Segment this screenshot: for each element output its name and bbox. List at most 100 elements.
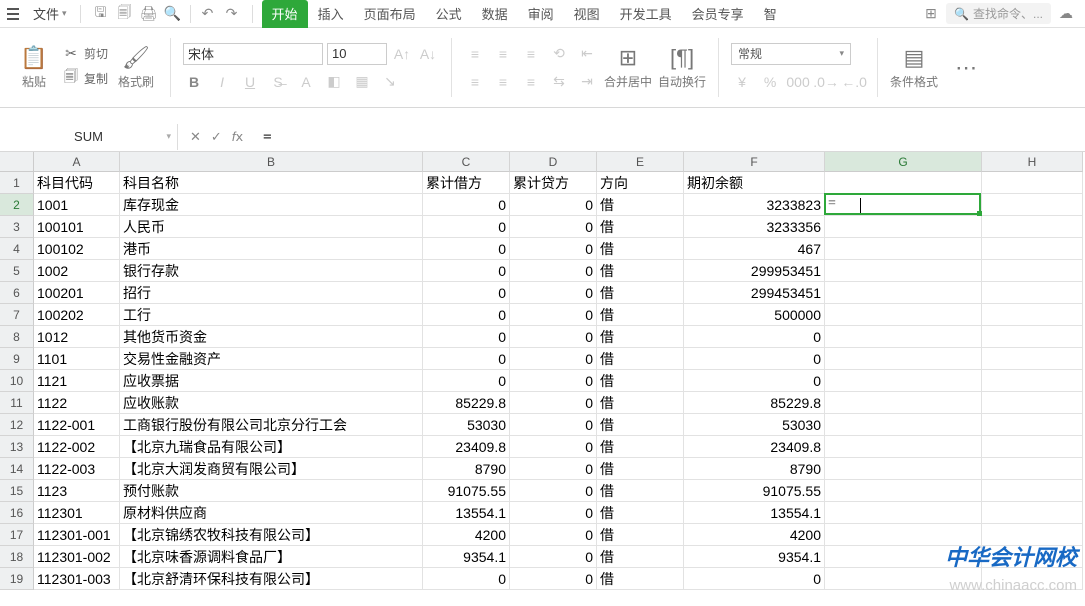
font-color-button[interactable]: A [295, 71, 317, 93]
row-header-18[interactable]: 18 [0, 546, 34, 568]
row-header-2[interactable]: 2 [0, 194, 34, 216]
col-header-B[interactable]: B [120, 152, 423, 172]
header-cell[interactable] [825, 172, 982, 194]
data-cell[interactable]: 【北京大润发商贸有限公司】 [120, 458, 423, 480]
row-header-16[interactable]: 16 [0, 502, 34, 524]
data-cell[interactable]: 0 [510, 414, 597, 436]
search-input[interactable]: 🔍 查找命令、... [946, 3, 1051, 24]
percent-icon[interactable]: % [759, 71, 781, 93]
data-cell[interactable]: 0 [510, 194, 597, 216]
row-header-15[interactable]: 15 [0, 480, 34, 502]
header-cell[interactable] [982, 172, 1083, 194]
redo-icon[interactable]: ↷ [223, 5, 241, 23]
data-cell[interactable]: 应收账款 [120, 392, 423, 414]
data-cell[interactable]: 8790 [684, 458, 825, 480]
data-cell[interactable]: 人民币 [120, 216, 423, 238]
data-cell[interactable]: 13554.1 [423, 502, 510, 524]
data-cell[interactable]: 100202 [34, 304, 120, 326]
data-cell[interactable]: 112301-001 [34, 524, 120, 546]
data-cell[interactable] [982, 260, 1083, 282]
row-header-13[interactable]: 13 [0, 436, 34, 458]
row-header-9[interactable]: 9 [0, 348, 34, 370]
data-cell[interactable]: 1002 [34, 260, 120, 282]
col-header-E[interactable]: E [597, 152, 684, 172]
data-cell[interactable]: 0 [510, 436, 597, 458]
data-cell[interactable]: 借 [597, 282, 684, 304]
tab-8[interactable]: 会员专享 [682, 0, 754, 28]
name-box[interactable]: SUM [0, 124, 178, 150]
formula-input[interactable]: = [255, 129, 1085, 145]
data-cell[interactable]: 112301 [34, 502, 120, 524]
underline-button[interactable]: U [239, 71, 261, 93]
distribute-icon[interactable]: ⇆ [548, 71, 570, 93]
data-cell[interactable] [825, 194, 982, 216]
data-cell[interactable]: 借 [597, 502, 684, 524]
data-cell[interactable]: 0 [423, 568, 510, 590]
row-header-11[interactable]: 11 [0, 392, 34, 414]
data-cell[interactable] [825, 260, 982, 282]
cancel-formula-icon[interactable]: ✕ [190, 129, 201, 145]
data-cell[interactable]: 0 [423, 194, 510, 216]
col-header-G[interactable]: G [825, 152, 982, 172]
data-cell[interactable]: 91075.55 [684, 480, 825, 502]
header-cell[interactable]: 期初余额 [684, 172, 825, 194]
header-cell[interactable]: 科目名称 [120, 172, 423, 194]
data-cell[interactable] [825, 282, 982, 304]
data-cell[interactable]: 0 [510, 348, 597, 370]
data-cell[interactable] [982, 436, 1083, 458]
italic-button[interactable]: I [211, 71, 233, 93]
data-cell[interactable]: 3233356 [684, 216, 825, 238]
data-cell[interactable] [825, 524, 982, 546]
data-cell[interactable]: 银行存款 [120, 260, 423, 282]
data-cell[interactable] [982, 524, 1083, 546]
merge-center-button[interactable]: ⊞ 合并居中 [604, 45, 652, 90]
data-cell[interactable]: 23409.8 [423, 436, 510, 458]
data-cell[interactable]: 0 [423, 348, 510, 370]
data-cell[interactable] [825, 326, 982, 348]
data-cell[interactable] [825, 502, 982, 524]
fill-color-button[interactable]: ◧ [323, 71, 345, 93]
data-cell[interactable]: 【北京味香源调料食品厂】 [120, 546, 423, 568]
data-cell[interactable] [982, 392, 1083, 414]
data-cell[interactable]: 9354.1 [423, 546, 510, 568]
data-cell[interactable]: 4200 [684, 524, 825, 546]
data-cell[interactable] [825, 392, 982, 414]
data-cell[interactable]: 9354.1 [684, 546, 825, 568]
data-cell[interactable]: 23409.8 [684, 436, 825, 458]
data-cell[interactable]: 1123 [34, 480, 120, 502]
data-cell[interactable]: 85229.8 [423, 392, 510, 414]
expand-font-icon[interactable]: ↘ [379, 71, 401, 93]
align-right-icon[interactable]: ≡ [520, 71, 542, 93]
col-header-F[interactable]: F [684, 152, 825, 172]
data-cell[interactable]: 0 [510, 370, 597, 392]
data-cell[interactable]: 53030 [423, 414, 510, 436]
data-cell[interactable]: 借 [597, 216, 684, 238]
data-cell[interactable]: 借 [597, 414, 684, 436]
tab-6[interactable]: 视图 [564, 0, 610, 28]
data-cell[interactable]: 0 [510, 392, 597, 414]
data-cell[interactable]: 0 [423, 326, 510, 348]
format-painter-button[interactable]: 🖌 格式刷 [114, 45, 158, 90]
data-cell[interactable]: 0 [684, 370, 825, 392]
row-header-6[interactable]: 6 [0, 282, 34, 304]
data-cell[interactable] [982, 414, 1083, 436]
data-cell[interactable]: 0 [510, 326, 597, 348]
tab-4[interactable]: 数据 [472, 0, 518, 28]
row-header-14[interactable]: 14 [0, 458, 34, 480]
data-cell[interactable] [825, 238, 982, 260]
align-middle-icon[interactable]: ≡ [492, 43, 514, 65]
data-cell[interactable]: 原材料供应商 [120, 502, 423, 524]
data-cell[interactable]: 【北京舒清环保科技有限公司】 [120, 568, 423, 590]
bold-button[interactable]: B [183, 71, 205, 93]
wrap-text-button[interactable]: [¶] 自动换行 [658, 45, 706, 90]
copy-button[interactable]: 🗐复制 [62, 66, 108, 90]
data-cell[interactable] [982, 216, 1083, 238]
data-cell[interactable]: 0 [510, 260, 597, 282]
data-cell[interactable]: 1121 [34, 370, 120, 392]
data-cell[interactable] [982, 348, 1083, 370]
data-cell[interactable]: 港币 [120, 238, 423, 260]
tab-0[interactable]: 开始 [262, 0, 308, 28]
row-header-4[interactable]: 4 [0, 238, 34, 260]
fx-icon[interactable]: fⅹ [232, 129, 243, 145]
col-header-D[interactable]: D [510, 152, 597, 172]
